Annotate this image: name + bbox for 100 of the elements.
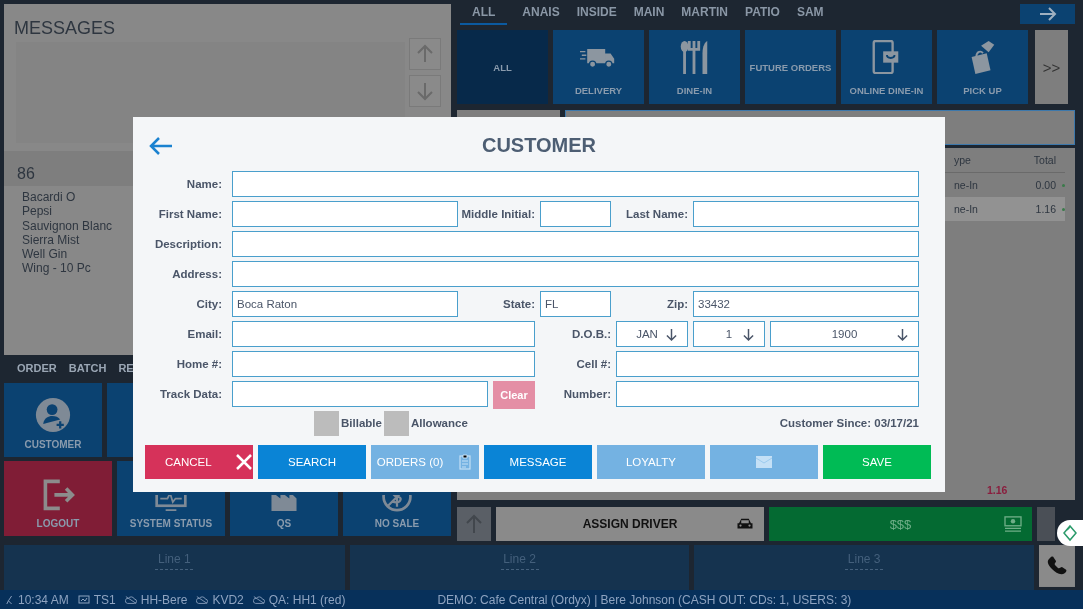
pin-icon	[6, 593, 14, 606]
search-button[interactable]: SEARCH	[258, 445, 366, 479]
table-cell-text: ne-In	[954, 179, 979, 191]
order-type-tile[interactable]: DELIVERY	[553, 30, 644, 104]
field-label: Number:	[562, 388, 612, 400]
cancel-button[interactable]: CANCEL	[145, 445, 253, 479]
more-button[interactable]: >>	[1035, 30, 1068, 104]
nav-tab[interactable]: BATCH	[68, 362, 107, 377]
table-cell-text: 1.16	[1034, 203, 1056, 215]
input-field[interactable]	[232, 231, 919, 257]
order-type-tile[interactable]: DINE-IN	[649, 30, 740, 104]
cloud-off-icon	[124, 594, 137, 605]
status-item: HH-Bere	[140, 592, 188, 607]
item-name: Sierra Mist	[22, 232, 80, 248]
order-type-tile[interactable]: FUTURE ORDERS	[745, 30, 836, 104]
dropdown[interactable]: 1900	[770, 321, 919, 347]
filter-tab[interactable]: ANAIS	[520, 4, 562, 25]
status-item: TS1	[93, 592, 116, 607]
scroll-up-button[interactable]	[409, 38, 441, 70]
dropdown[interactable]: 1	[693, 321, 765, 347]
field-label: Track Data:	[159, 388, 223, 400]
table-cell-text: ne-In	[954, 203, 979, 215]
clipboard-icon	[457, 454, 474, 470]
table-cell-text: 0.00	[1034, 179, 1056, 191]
dialog-title: CUSTOMER	[481, 133, 597, 157]
cloud-off-icon	[196, 594, 209, 605]
field-label: Cell #:	[575, 358, 612, 370]
item-name: Well Gin	[22, 247, 68, 262]
column-header: ype	[954, 154, 972, 166]
field-label: Address:	[171, 268, 223, 280]
field-label: Description:	[153, 238, 223, 250]
nav-tab[interactable]: ORDER	[17, 362, 57, 377]
nav-tab[interactable]: RE	[118, 362, 134, 377]
item-name: Pepsi	[22, 204, 53, 219]
input-field[interactable]: Boca Raton	[232, 291, 458, 317]
car-icon	[736, 516, 754, 532]
monitor-icon	[153, 495, 189, 512]
input-field[interactable]	[232, 351, 535, 377]
down-arrow-icon	[897, 328, 908, 341]
input-field[interactable]	[232, 261, 919, 287]
dropdown[interactable]: JAN	[616, 321, 688, 347]
input-field[interactable]	[232, 321, 535, 347]
filter-tab[interactable]: PATIO	[743, 4, 782, 25]
status-item: QA: HH1 (red)	[268, 592, 346, 607]
phone-button[interactable]	[1039, 545, 1075, 587]
input-field[interactable]	[693, 201, 919, 227]
order-row[interactable]: ne-In 0.00	[457, 173, 1065, 197]
input-field[interactable]	[232, 201, 458, 227]
logout-button[interactable]: LOGOUT	[4, 461, 112, 536]
customer-since: Customer Since: 03/17/21	[779, 417, 919, 429]
checkbox-label: Allowance	[410, 417, 468, 429]
user-add-icon	[35, 397, 71, 433]
accessibility-button[interactable]	[1057, 520, 1083, 546]
input-field[interactable]	[540, 201, 611, 227]
message-button[interactable]: MESSAGE	[484, 445, 592, 479]
field-label: City:	[195, 298, 223, 310]
scroll-down-button[interactable]	[409, 75, 441, 107]
balance-due: 1.16	[987, 484, 1008, 496]
filter-tab[interactable]: MAIN	[631, 4, 667, 25]
filter-tab[interactable]: ALL	[460, 4, 508, 25]
order-type-tile[interactable]: ALL	[457, 30, 548, 104]
scroll-up-button[interactable]	[457, 507, 491, 541]
input-field[interactable]	[232, 381, 488, 407]
field-label: Zip:	[665, 298, 689, 310]
down-arrow-icon	[743, 328, 754, 341]
envelope-icon	[756, 454, 772, 470]
checkbox[interactable]	[383, 410, 409, 436]
section-title: 86	[17, 165, 35, 183]
assign-driver-button[interactable]: ASSIGN DRIVER	[496, 507, 764, 541]
input-field[interactable]	[616, 381, 919, 407]
field-label: Name:	[185, 178, 223, 190]
item-name: Wing - 10 Pc	[22, 261, 91, 276]
filter-tab[interactable]: INSIDE	[574, 4, 619, 25]
checkbox-label: Billable	[341, 417, 382, 429]
checkbox[interactable]	[314, 410, 339, 436]
pay-button[interactable]: $$$	[769, 507, 1032, 541]
item-name: Sauvignon Blanc	[22, 218, 113, 233]
no-dollar-icon	[379, 495, 415, 512]
input-field[interactable]	[616, 351, 919, 377]
close-icon	[235, 454, 252, 470]
input-field[interactable]: 33432	[693, 291, 919, 317]
filter-tab[interactable]: MARTIN	[679, 4, 731, 25]
messages-title: MESSAGES	[13, 17, 117, 40]
cloud-off-icon	[252, 594, 265, 605]
field-label: State:	[502, 298, 536, 310]
back-arrow-icon[interactable]	[149, 137, 173, 155]
field-label: Middle Initial:	[460, 208, 536, 220]
input-field[interactable]: FL	[540, 291, 611, 317]
filter-tab[interactable]: SAM	[794, 4, 826, 25]
field-label: Last Name:	[625, 208, 689, 220]
customer-button[interactable]: CUSTOMER	[4, 383, 102, 457]
status-info: DEMO: Cafe Central (Ordyx) | Bere Johnson (CASH OUT: CDs: 1, USERS: 3)	[437, 592, 852, 607]
cash-icon	[1004, 516, 1022, 532]
field-label: Email:	[186, 328, 223, 340]
order-type-tile[interactable]: PICK UP	[937, 30, 1028, 104]
next-button[interactable]	[1020, 4, 1075, 24]
input-field[interactable]	[232, 171, 919, 197]
order-type-tile[interactable]: ONLINE DINE-IN	[841, 30, 932, 104]
save-button[interactable]: SAVE	[823, 445, 931, 479]
field-label: Home #:	[175, 358, 223, 370]
